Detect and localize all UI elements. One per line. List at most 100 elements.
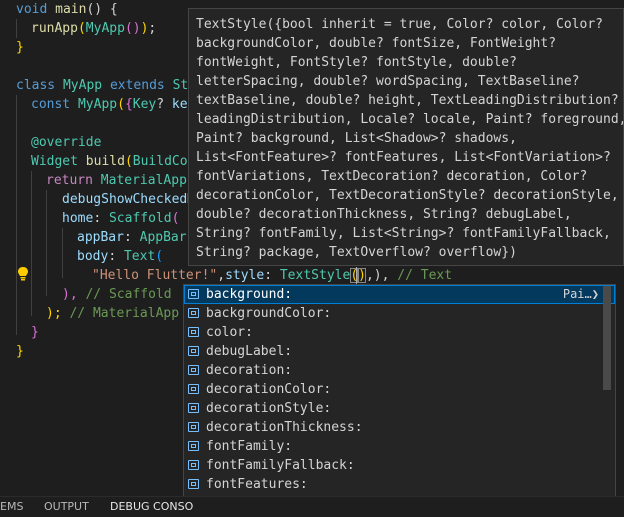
signature-line: double? decorationThickness, String? deb… — [196, 207, 572, 222]
suggestion-item[interactable]: fontFamilyFallback: — [184, 456, 615, 475]
signature-line: backgroundColor, double? fontSize, FontW… — [196, 36, 557, 51]
token: ), — [62, 287, 78, 302]
token: } — [16, 344, 24, 359]
indent-guide — [16, 19, 17, 38]
suggestion-item[interactable]: decorationStyle: — [184, 399, 615, 418]
field-icon — [188, 308, 199, 318]
token: "Hello Flutter!" — [92, 268, 218, 283]
token: Key — [132, 97, 157, 112]
signature-line: String? package, TextOverflow? overflow}… — [196, 245, 517, 260]
suggestion-item[interactable]: decoration: — [184, 361, 615, 380]
suggestion-label: backgroundColor: — [206, 306, 332, 321]
signature-line: TextStyle({bool inherit = true, Color? c… — [196, 17, 603, 32]
suggestion-label: decorationColor: — [206, 382, 332, 397]
token: class — [16, 78, 56, 93]
signature-line: Paint? background, List<Shadow>? shadows… — [196, 131, 517, 146]
code-line: return MaterialApp — [46, 171, 187, 190]
lightbulb-icon[interactable] — [16, 266, 30, 282]
token: const — [31, 97, 71, 112]
tab-debug-console[interactable]: DEBUG CONSO — [110, 497, 193, 517]
field-icon — [188, 422, 199, 432]
token: appBar — [77, 230, 124, 245]
suggestion-label: fontFeatures: — [206, 477, 308, 492]
token: home — [62, 211, 94, 226]
suggestion-label: decoration: — [206, 363, 293, 378]
code-line: class MyApp extends Sta — [16, 76, 196, 95]
signature-text: TextStyle({bool inherit = true, Color? c… — [196, 15, 623, 262]
signature-line: List<FontFeature>? fontFeatures, List<Fo… — [196, 150, 611, 165]
token: ( — [155, 249, 164, 264]
code-line: runApp(MyApp()); — [31, 21, 157, 36]
token: BuildCor — [132, 154, 196, 169]
code-line: } — [31, 323, 39, 342]
token: MaterialApp — [100, 173, 187, 188]
token: : — [108, 249, 117, 264]
code-line: void main() { — [16, 0, 118, 19]
code-line: ); // MaterialApp — [46, 304, 179, 323]
tab-output[interactable]: OUTPUT — [44, 497, 89, 517]
suggestion-item[interactable]: background: Pai…❯ — [184, 285, 615, 304]
token: @override — [31, 135, 102, 150]
token: extends — [109, 78, 165, 93]
code-line: home: Scaffold( — [62, 209, 179, 228]
indent-guide — [31, 171, 32, 316]
code-line: ), // Scaffold — [62, 285, 172, 304]
indent-guide — [62, 228, 63, 278]
code-line: body: Text( — [77, 247, 163, 266]
token: ) — [358, 268, 366, 283]
signature-hover-popup: TextStyle({bool inherit = true, Color? c… — [188, 8, 624, 266]
suggestion-item[interactable]: color: — [184, 323, 615, 342]
token: build — [85, 154, 125, 169]
suggestion-label: background: — [206, 287, 293, 302]
token: body — [77, 249, 109, 264]
field-icon — [188, 460, 199, 470]
suggestion-detail-text: Pai… — [562, 287, 592, 301]
token: TextStyle — [279, 268, 351, 283]
suggestion-detail: Pai…❯ — [563, 285, 599, 304]
text-caret — [356, 267, 357, 284]
token: // Text — [397, 268, 453, 283]
token: runApp — [31, 21, 78, 36]
token: ( — [171, 211, 180, 226]
suggestion-item[interactable]: decorationThickness: — [184, 418, 615, 437]
token: Widget — [31, 154, 78, 169]
signature-line: fontWeight, FontStyle? fontStyle, double… — [196, 55, 517, 70]
chevron-right-icon[interactable]: ❯ — [592, 287, 599, 301]
tab-problems[interactable]: EMS — [0, 497, 23, 517]
field-icon — [188, 479, 199, 489]
token: MyApp — [62, 78, 103, 93]
suggestion-item[interactable]: decorationColor: — [184, 380, 615, 399]
suggestion-label: color: — [206, 325, 253, 340]
suggestion-item[interactable]: debugLabel: — [184, 342, 615, 361]
field-icon — [188, 327, 199, 337]
suggestion-list[interactable]: background: Pai…❯ backgroundColor: color: de… — [183, 284, 616, 516]
suggestion-label: fontFamily: — [206, 439, 293, 454]
token: } — [31, 325, 39, 340]
suggestion-label: decorationThickness: — [206, 420, 363, 435]
suggestion-item[interactable]: fontFeatures: — [184, 475, 615, 494]
suggestion-item[interactable]: fontFamily: — [184, 437, 615, 456]
suggestion-item[interactable]: backgroundColor: — [184, 304, 615, 323]
signature-line: decorationColor, TextDecorationStyle? de… — [196, 188, 619, 203]
token: MyApp — [77, 97, 118, 112]
code-line: @override — [31, 133, 101, 152]
token: void — [16, 2, 48, 17]
field-icon — [188, 346, 199, 356]
token: : — [264, 268, 273, 283]
code-line: } — [16, 342, 24, 361]
suggestion-label: debugLabel: — [206, 344, 293, 359]
token: Scaffold — [108, 211, 172, 226]
token: : — [93, 211, 102, 226]
signature-line: textBaseline, double? height, TextLeadin… — [196, 93, 619, 108]
signature-line: leadingDistribution, Locale? locale, Pai… — [196, 112, 623, 127]
code-line: debugShowCheckedM — [62, 190, 195, 209]
code-line: appBar: AppBar( — [77, 228, 194, 247]
token: style — [225, 268, 265, 283]
suggestion-scrollbar[interactable] — [603, 286, 611, 390]
indent-guide — [46, 190, 47, 296]
token: Text — [123, 249, 156, 264]
suggestion-label: decorationStyle: — [206, 401, 332, 416]
token: AppBar — [139, 230, 187, 245]
signature-line: String? fontFamily, List<String>? fontFa… — [196, 226, 611, 241]
indent-guide — [16, 95, 17, 335]
